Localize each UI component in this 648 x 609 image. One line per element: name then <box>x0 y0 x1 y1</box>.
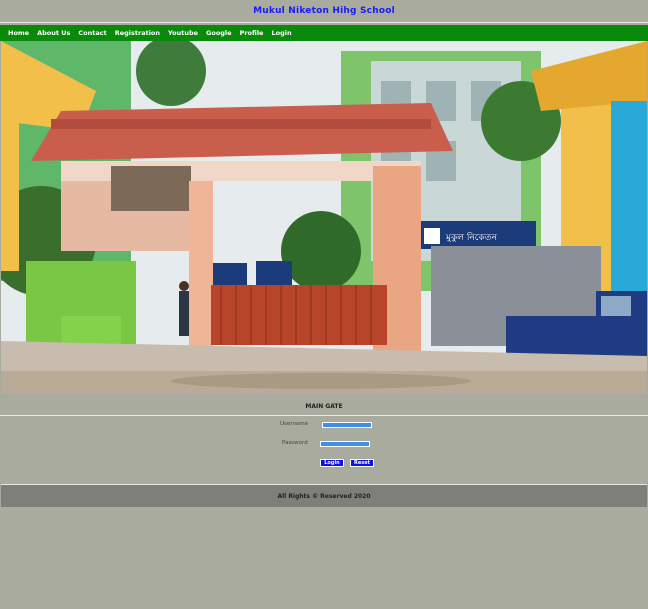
nav-google[interactable]: Google <box>203 29 235 37</box>
footer: All Rights © Reserved 2020 <box>1 484 647 507</box>
username-input[interactable] <box>322 422 372 428</box>
nav-home[interactable]: Home <box>5 29 32 37</box>
main-gate-photo: মুকুল নিকেতন <box>1 41 647 394</box>
nav-about-us[interactable]: About Us <box>34 29 73 37</box>
password-input[interactable] <box>320 441 370 447</box>
site-title: Mukul Niketon Hihg School <box>253 6 395 16</box>
hero-caption: MAIN GATE <box>305 403 343 410</box>
login-button[interactable]: Login <box>320 459 344 467</box>
hero-photo: মুকুল নিকেতন <box>1 41 647 394</box>
footer-copyright: All Rights © Reserved 2020 <box>277 492 371 500</box>
nav-login[interactable]: Login <box>268 29 294 37</box>
header-divider <box>0 22 648 23</box>
nav-profile[interactable]: Profile <box>237 29 267 37</box>
header: Mukul Niketon Hihg School <box>0 0 648 22</box>
main-nav: Home About Us Contact Registration Youtu… <box>0 25 648 41</box>
reset-button[interactable]: Reset <box>350 459 374 467</box>
nav-youtube[interactable]: Youtube <box>165 29 201 37</box>
nav-registration[interactable]: Registration <box>112 29 163 37</box>
nav-contact[interactable]: Contact <box>75 29 109 37</box>
signboard-text: মুকুল নিকেতন <box>445 232 497 243</box>
login-form: Username Password Login Reset <box>0 416 648 474</box>
username-label: Username <box>280 421 309 427</box>
password-label: Password <box>282 440 308 446</box>
